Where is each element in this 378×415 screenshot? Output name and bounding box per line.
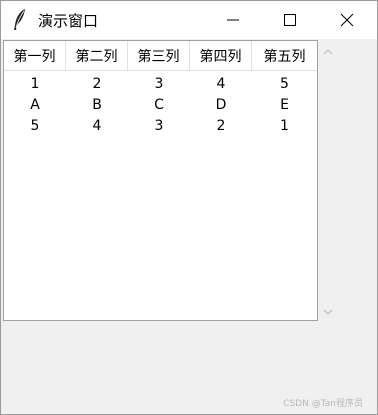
table-cell: 2 [92,75,102,92]
table-cell: A [30,96,40,113]
table-cell: 5 [280,75,289,92]
title-bar[interactable]: 演示窗口 [1,1,377,39]
column-header[interactable]: 第四列 [190,41,252,71]
watermark: CSDN @Tan程序员 [283,399,363,409]
chevron-up-icon[interactable] [322,46,334,58]
table-cell: 4 [216,75,226,92]
table-header: 第一列 第二列 第三列 第四列 第五列 [4,41,317,71]
chevron-down-icon[interactable] [322,306,334,318]
table-cell: 3 [154,117,164,134]
window-title: 演示窗口 [38,12,99,30]
table-cell: 4 [92,117,102,134]
table-cell: 5 [30,117,40,134]
treeview-table[interactable]: 第一列 第二列 第三列 第四列 第五列 1 2 3 4 5 A B C D E … [3,40,318,321]
table-row[interactable]: A B C D E [4,94,317,115]
column-header[interactable]: 第五列 [252,41,317,71]
close-icon [340,13,354,27]
table-cell: 2 [216,117,226,134]
app-window: 演示窗口 第一列 第二列 第三列 第四列 第五列 1 2 3 4 5 A B C… [0,0,378,415]
maximize-button[interactable] [262,1,318,39]
table-cell: C [154,96,164,113]
feather-icon [10,8,30,32]
table-cell: D [215,96,227,113]
minimize-icon [227,19,239,21]
minimize-button[interactable] [205,1,261,39]
column-header[interactable]: 第一列 [4,41,66,71]
column-header[interactable]: 第二列 [66,41,128,71]
maximize-icon [284,14,296,26]
column-header[interactable]: 第三列 [128,41,190,71]
table-cell: B [92,96,102,113]
close-button[interactable] [319,1,375,39]
table-cell: 1 [280,117,289,134]
table-cell: 3 [154,75,164,92]
table-body: 1 2 3 4 5 A B C D E 5 4 3 2 1 [4,73,317,136]
table-cell: 1 [30,75,40,92]
vertical-scrollbar[interactable] [318,40,338,321]
table-row[interactable]: 1 2 3 4 5 [4,73,317,94]
table-row[interactable]: 5 4 3 2 1 [4,115,317,136]
table-cell: E [280,96,289,113]
